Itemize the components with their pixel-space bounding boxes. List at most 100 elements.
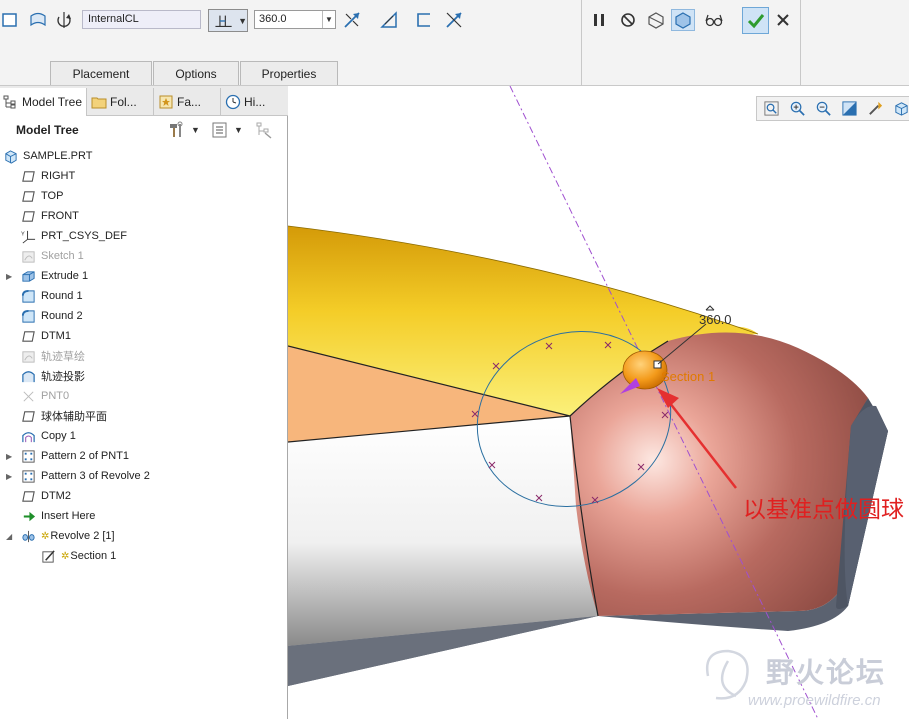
tree-item-extrude-1[interactable]: ▶ Extrude 1 [6,266,88,286]
tree-item-label: Revolve 2 [1] [50,530,115,542]
tree-item-revolve-2[interactable]: ◢ ✲ Revolve 2 [1] [6,526,115,546]
saved-views-button[interactable] [891,98,909,119]
repaint-icon [842,101,857,116]
model-scene[interactable] [288,86,909,719]
geometry-preview-icon[interactable] [644,9,668,31]
dimension-handle-icon[interactable] [705,305,715,311]
tree-item-section-1[interactable]: ✲ Section 1 [40,546,116,566]
surface-icon[interactable] [26,9,50,31]
angle-dimension-label[interactable]: 360.0 [699,312,732,327]
checkmark-icon [747,13,764,28]
repaint-button[interactable] [839,98,860,119]
favorites-icon [159,95,173,109]
expand-arrow-icon[interactable]: ▶ [6,472,16,481]
datum-point-icon [20,388,36,404]
tab-history[interactable]: Hi... [222,88,288,116]
remove-material-icon[interactable] [377,9,401,31]
zoom-out-icon [816,101,831,116]
chevron-down-icon[interactable]: ▼ [322,11,335,28]
cancel-button[interactable] [771,9,795,31]
tree-item-round-2[interactable]: Round 2 [20,306,83,326]
tree-filter-button[interactable] [255,121,273,139]
refit-button[interactable] [761,98,782,119]
copy-icon [20,428,36,444]
tab-properties[interactable]: Properties [240,61,338,85]
tree-item-part[interactable]: SAMPLE.PRT [2,146,93,166]
refit-icon [764,101,779,116]
thicken-sketch-icon[interactable] [412,9,436,31]
datum-plane-icon [20,168,36,184]
sketch-icon [20,248,36,264]
tree-show-button[interactable]: ▼ [211,121,243,139]
watermark-url: www.proewildfire.cn [748,692,881,709]
csys-icon: Y [20,228,36,244]
tree-item-sketch-1[interactable]: Sketch 1 [20,246,84,266]
spin-center-button[interactable] [865,98,886,119]
tab-favorites[interactable]: Fa... [155,88,221,116]
insert-arrow-icon [20,508,36,524]
expand-arrow-icon[interactable]: ▶ [6,452,16,461]
graphics-viewport[interactable]: 360.0 Section 1 以基准点做圆球 野火论坛 www.proewil… [288,86,909,719]
tab-placement[interactable]: Placement [50,61,152,85]
datum-plane-icon [20,208,36,224]
revolve-icon [20,528,36,544]
tree-item-copy-1[interactable]: Copy 1 [20,426,76,446]
tree-item-label: 轨迹投影 [41,371,85,383]
flip-thicken-icon[interactable] [442,9,466,31]
projected-curve-icon [20,368,36,384]
annotation-text: 以基准点做圆球 [743,497,904,523]
tree-item-round-1[interactable]: Round 1 [20,286,83,306]
tree-item-label: FRONT [41,210,79,222]
watermark-title: 野火论坛 [766,656,887,689]
tree-item-dtm2[interactable]: DTM2 [20,486,71,506]
solid-icon[interactable] [0,9,22,31]
revolve-axis-icon[interactable] [52,9,76,31]
angle-type-dropdown[interactable]: ▼ [208,9,248,32]
tree-settings-button[interactable]: ▼ [168,121,200,139]
tree-item-trajectory-projection[interactable]: 轨迹投影 [20,366,85,386]
zoom-out-button[interactable] [813,98,834,119]
pattern-icon [20,468,36,484]
axis-reference-field[interactable]: InternalCL [82,10,201,29]
model-tree-icon [3,95,16,109]
tree-item-insert-here[interactable]: Insert Here [20,506,95,526]
collapse-arrow-icon[interactable]: ◢ [6,532,16,541]
tree-item-label: DTM1 [41,330,71,342]
round-icon [20,288,36,304]
tree-item-dtm1[interactable]: DTM1 [20,326,71,346]
tree-item-front[interactable]: FRONT [20,206,79,226]
tree-item-right[interactable]: RIGHT [20,166,75,186]
tree-item-pnt0[interactable]: PNT0 [20,386,69,406]
datum-plane-icon [20,408,36,424]
verify-glasses-icon[interactable] [702,9,726,31]
tab-folder-browser[interactable]: Fol... [88,88,154,116]
tab-model-tree[interactable]: Model Tree [0,88,87,116]
tab-label: Model Tree [22,95,83,109]
ok-button[interactable] [742,7,769,34]
tree-item-label: Round 2 [41,310,83,322]
tree-item-label: TOP [41,190,64,202]
tree-item-pattern-2[interactable]: ▶ Pattern 2 of PNT1 [6,446,129,466]
datum-plane-icon [20,488,36,504]
no-preview-icon[interactable] [616,9,640,31]
sketch-icon [20,348,36,364]
expand-arrow-icon[interactable]: ▶ [6,272,16,281]
tab-label: Fol... [110,95,137,109]
tree-item-csys[interactable]: Y PRT_CSYS_DEF [20,226,127,246]
cube-view-icon [895,102,908,116]
feature-preview-icon[interactable] [671,9,695,31]
flip-direction-icon[interactable] [340,9,364,31]
round-icon [20,308,36,324]
tree-item-sphere-aux-plane[interactable]: 球体辅助平面 [20,406,107,426]
tree-item-pattern-3[interactable]: ▶ Pattern 3 of Revolve 2 [6,466,150,486]
zoom-in-button[interactable] [787,98,808,119]
tab-options[interactable]: Options [153,61,239,85]
pause-icon[interactable] [587,9,611,31]
svg-text:Y: Y [21,231,25,237]
tree-item-label: Copy 1 [41,430,76,442]
tree-item-top[interactable]: TOP [20,186,63,206]
angle-value-field[interactable]: 360.0 ▼ [254,10,336,29]
section-label: Section 1 [661,369,716,384]
tree-item-trajectory-sketch[interactable]: 轨迹草绘 [20,346,85,366]
body-side-face[interactable] [288,416,598,646]
